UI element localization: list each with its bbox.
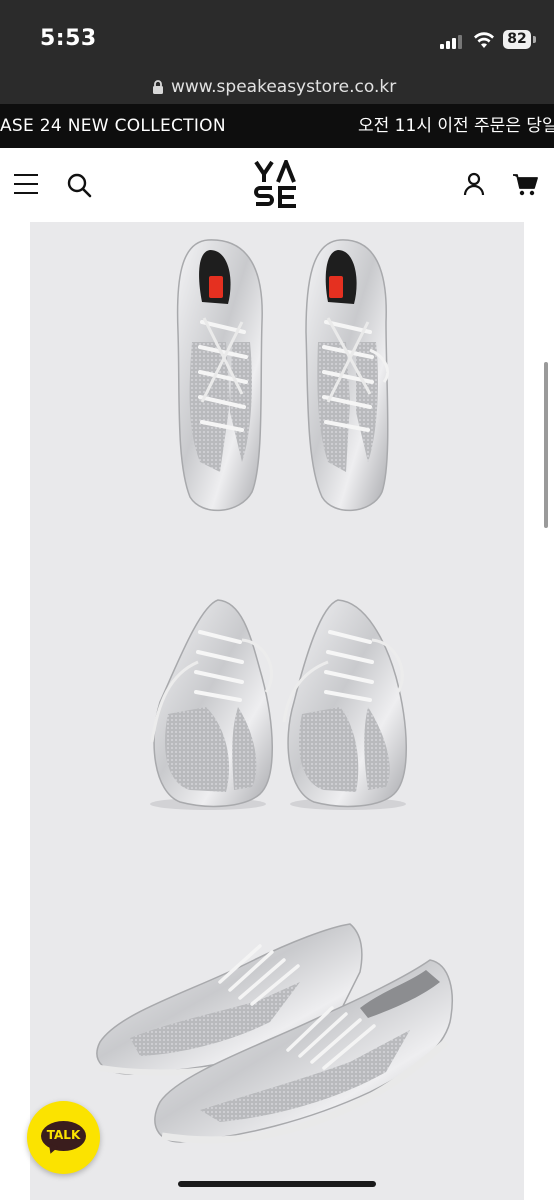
product-images — [96, 239, 453, 1144]
battery-nub — [533, 36, 536, 43]
announcement-bar: ASE 24 NEW COLLECTION 오전 11시 이전 주문은 당일 — [0, 104, 554, 148]
home-indicator[interactable] — [178, 1181, 376, 1187]
kakao-talk-button[interactable]: TALK — [27, 1101, 100, 1174]
wifi-icon — [474, 32, 494, 48]
scroll-indicator[interactable] — [544, 362, 548, 528]
announcement-text-shipping: 오전 11시 이전 주문은 당일 — [358, 116, 554, 136]
cart-icon[interactable] — [512, 173, 538, 197]
status-time: 5:53 — [40, 26, 97, 51]
chat-bubble-tail-icon — [45, 1143, 59, 1156]
sneakers-side-view — [96, 923, 453, 1144]
account-icon[interactable] — [463, 172, 485, 196]
announcement-text-collection: ASE 24 NEW COLLECTION — [0, 116, 226, 136]
lock-icon — [153, 80, 163, 94]
site-header — [0, 148, 554, 222]
kakao-talk-label: TALK — [46, 1128, 81, 1142]
url-text[interactable]: www.speakeasystore.co.kr — [171, 77, 396, 97]
product-image-gallery — [30, 222, 524, 1200]
yase-logo[interactable] — [254, 160, 298, 208]
search-icon[interactable] — [66, 172, 92, 198]
cellular-signal-icon — [440, 33, 464, 49]
hamburger-icon[interactable] — [14, 172, 38, 196]
status-bar: 5:53 82 — [0, 0, 554, 70]
sneakers-top-view — [176, 239, 389, 511]
browser-url-bar[interactable]: www.speakeasystore.co.kr — [0, 70, 554, 104]
battery-indicator: 82 — [503, 30, 531, 49]
sneakers-front-view — [150, 599, 407, 810]
